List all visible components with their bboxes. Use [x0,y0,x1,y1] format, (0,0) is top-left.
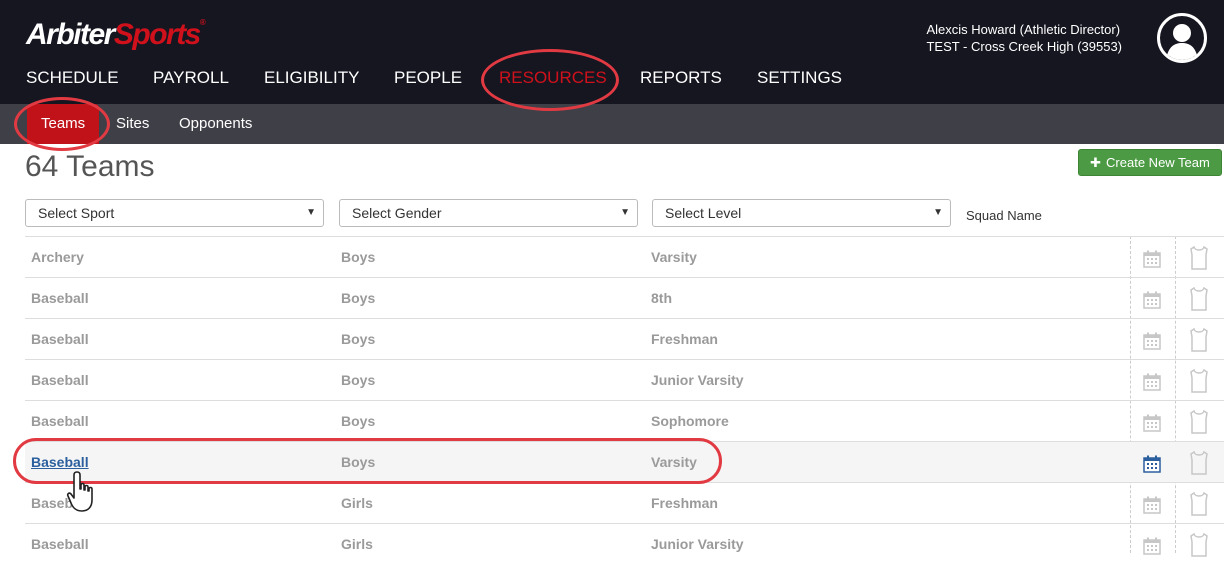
nav-payroll[interactable]: PAYROLL [153,68,229,88]
team-sport-link[interactable]: Baseball [31,442,89,483]
team-sport[interactable]: Baseball [31,319,89,360]
team-level: 8th [651,290,672,306]
team-gender: Boys [341,413,376,429]
team-gender: Boys [341,372,376,388]
page-title: 64 Teams [25,150,155,183]
calendar-icon[interactable] [1143,250,1161,268]
squad-name-header: Squad Name [966,208,1042,223]
nav-eligibility[interactable]: ELIGIBILITY [264,68,359,88]
table-row-hovered[interactable]: Baseball Boys Varsity [25,441,1224,482]
jersey-icon[interactable] [1189,533,1209,557]
jersey-icon[interactable] [1189,410,1209,434]
team-gender: Boys [341,290,376,306]
nav-resources[interactable]: RESOURCES [499,68,607,88]
create-new-team-label: Create New Team [1106,155,1210,170]
nav-schedule[interactable]: SCHEDULE [26,68,119,88]
team-sport[interactable]: Baseball [31,401,89,442]
select-level-dropdown[interactable]: Select Level ▼ [652,199,951,227]
jersey-icon[interactable] [1189,328,1209,352]
jersey-icon[interactable] [1189,287,1209,311]
user-silhouette-icon [1166,24,1198,60]
team-level: Junior Varsity [651,536,744,552]
select-sport-dropdown[interactable]: Select Sport ▼ [25,199,324,227]
team-sport[interactable]: Baseball [31,524,89,565]
team-gender: Girls [341,495,373,511]
select-level-value: Select Level [665,205,742,221]
caret-down-icon: ▼ [306,207,316,218]
team-level: Freshman [651,331,718,347]
top-navigation-bar: ArbiterSports® Alexcis Howard (Athletic … [0,0,1224,104]
calendar-icon[interactable] [1143,291,1161,309]
table-row[interactable]: Baseball Girls Freshman [25,482,1224,523]
user-organization: TEST - Cross Creek High (39553) [926,39,1122,54]
team-sport[interactable]: Baseball [31,483,89,524]
nav-people[interactable]: PEOPLE [394,68,462,88]
user-info[interactable]: Alexcis Howard (Athletic Director) TEST … [926,21,1122,55]
select-gender-dropdown[interactable]: Select Gender ▼ [339,199,638,227]
team-gender: Boys [341,249,376,265]
team-level: Junior Varsity [651,372,744,388]
calendar-icon[interactable] [1143,496,1161,514]
jersey-icon[interactable] [1189,246,1209,270]
table-row[interactable]: Baseball Boys Freshman [25,318,1224,359]
subnav-teams[interactable]: Teams [27,104,100,144]
table-row[interactable]: Archery Boys Varsity [25,236,1224,277]
jersey-icon[interactable] [1189,492,1209,516]
team-level: Freshman [651,495,718,511]
team-sport[interactable]: Baseball [31,360,89,401]
table-row[interactable]: Baseball Boys Sophomore [25,400,1224,441]
avatar[interactable] [1157,13,1207,63]
team-level: Varsity [651,249,697,265]
plus-icon: ✚ [1090,155,1102,170]
table-row[interactable]: Baseball Boys 8th [25,277,1224,318]
calendar-icon[interactable] [1143,414,1161,432]
table-row[interactable]: Baseball Girls Junior Varsity [25,523,1224,564]
sub-navigation-bar: Teams Sites Opponents [0,104,1224,144]
arbitersports-logo[interactable]: ArbiterSports® [26,18,206,52]
nav-settings[interactable]: SETTINGS [757,68,842,88]
jersey-icon[interactable] [1189,451,1209,475]
calendar-icon[interactable] [1143,537,1161,555]
caret-down-icon: ▼ [933,207,943,218]
team-level: Sophomore [651,413,729,429]
calendar-icon[interactable] [1143,373,1161,391]
team-sport[interactable]: Baseball [31,278,89,319]
create-new-team-button[interactable]: ✚ Create New Team [1078,149,1222,176]
nav-reports[interactable]: REPORTS [640,68,722,88]
jersey-icon[interactable] [1189,369,1209,393]
subnav-opponents[interactable]: Opponents [179,104,252,144]
team-gender: Girls [341,536,373,552]
subnav-sites[interactable]: Sites [116,104,149,144]
team-sport[interactable]: Archery [31,237,84,278]
table-row[interactable]: Baseball Boys Junior Varsity [25,359,1224,400]
calendar-icon[interactable] [1143,455,1161,473]
user-name-role: Alexcis Howard (Athletic Director) [926,22,1121,37]
select-sport-value: Select Sport [38,205,115,221]
caret-down-icon: ▼ [620,207,630,218]
calendar-icon[interactable] [1143,332,1161,350]
select-gender-value: Select Gender [352,205,442,221]
team-gender: Boys [341,454,376,470]
team-gender: Boys [341,331,376,347]
team-level: Varsity [651,454,697,470]
